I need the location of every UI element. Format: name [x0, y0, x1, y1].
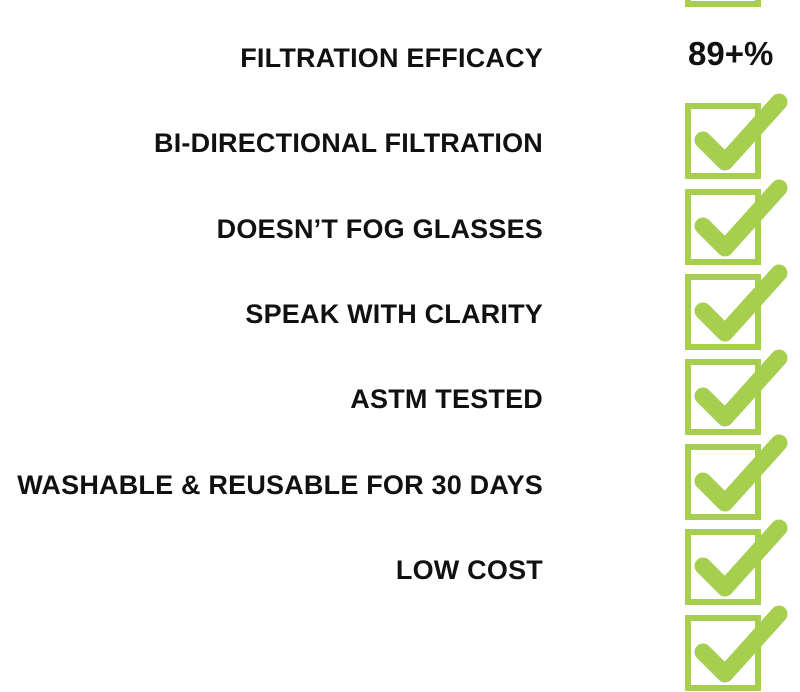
feature-label-bi-directional-filtration: BI-DIRECTIONAL FILTRATION — [154, 128, 543, 158]
checkbox-check-icon — [685, 93, 788, 179]
checkbox-check-icon — [685, 434, 788, 520]
feature-label-doesnt-fog-glasses: DOESN’T FOG GLASSES — [216, 214, 543, 244]
feature-label-low-cost: LOW COST — [395, 555, 543, 585]
feature-label-speak-with-clarity: SPEAK WITH CLARITY — [245, 299, 543, 329]
checkbox-check-icon — [685, 264, 788, 350]
feature-label-astm-tested: ASTM TESTED — [350, 384, 543, 414]
feature-label-filtration-efficacy: FILTRATION EFFICACY — [240, 43, 543, 73]
feature-label-washable-reusable: WASHABLE & REUSABLE FOR 30 DAYS — [17, 470, 543, 500]
checkbox-check-icon — [685, 0, 761, 7]
checkbox-check-icon — [685, 605, 788, 691]
filtration-efficacy-value: 89+% — [688, 35, 774, 72]
checkbox-check-icon — [685, 349, 788, 435]
checkbox-check-icon — [685, 179, 788, 265]
checkbox-check-icon — [685, 519, 788, 605]
